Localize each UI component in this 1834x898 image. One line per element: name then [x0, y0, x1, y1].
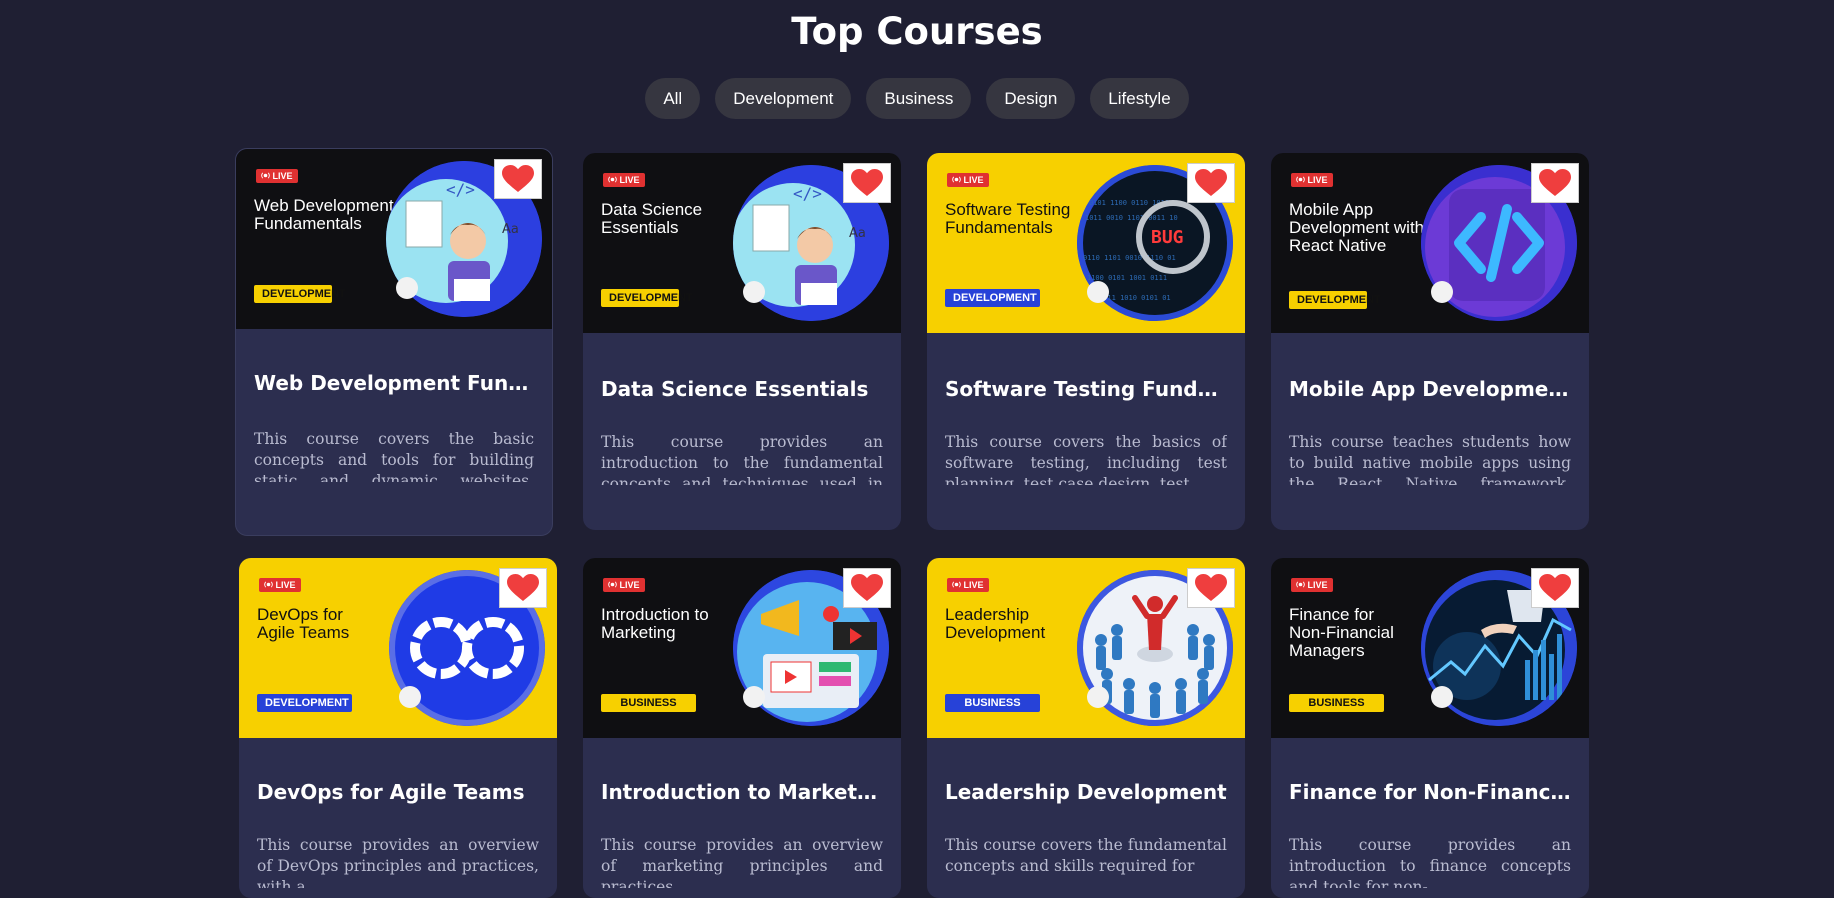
banner-title: DevOps for Agile Teams: [257, 605, 350, 642]
heart-icon: [507, 574, 539, 602]
course-card[interactable]: LIVE Data Science Essentials DEVELOPMENT…: [583, 153, 901, 530]
course-banner: LIVE DevOps for Agile Teams DEVELOPMENT: [239, 558, 557, 738]
category-badge: BUSINESS: [601, 694, 696, 712]
course-card[interactable]: LIVE Software Testing Fundamentals DEVEL…: [927, 153, 1245, 530]
category-badge: DEVELOPMENT: [601, 289, 693, 307]
banner-title: Mobile App Development with React Native: [1289, 200, 1425, 255]
live-badge: LIVE: [947, 578, 989, 592]
course-banner: LIVE Mobile App Development with React N…: [1271, 153, 1589, 333]
heart-icon: [502, 165, 534, 193]
course-card[interactable]: LIVE Finance for Non-Financial Managers …: [1271, 558, 1589, 898]
filter-development[interactable]: Development: [715, 78, 852, 119]
course-card[interactable]: LIVE DevOps for Agile Teams DEVELOPMENT …: [239, 558, 557, 898]
category-badge: DEVELOPMENT: [945, 289, 1040, 307]
favorite-button[interactable]: [1187, 163, 1235, 203]
category-badge: DEVELOPMENT: [254, 285, 346, 303]
banner-title: Finance for Non-Financial Managers: [1289, 605, 1394, 660]
course-description: This course provides an overview of mark…: [601, 836, 883, 888]
live-badge: LIVE: [1291, 578, 1333, 592]
course-banner: LIVE Finance for Non-Financial Managers …: [1271, 558, 1589, 738]
course-title: Mobile App Development w...: [1289, 377, 1571, 401]
course-description: This course provides an introduction to …: [601, 433, 883, 485]
svg-text:0110 1101 0010 1110 01: 0110 1101 0010 1110 01: [1083, 254, 1176, 262]
banner-title: Data Science Essentials: [601, 200, 703, 237]
indicator-dot: [743, 281, 765, 303]
course-card[interactable]: LIVE Leadership Development BUSINESS Lea…: [927, 558, 1245, 898]
course-card[interactable]: LIVE Introduction to Marketing BUSINESS: [583, 558, 901, 898]
svg-text:1011 0010 1101 0011 10: 1011 0010 1101 0011 10: [1085, 214, 1178, 222]
svg-text:</>: </>: [793, 184, 822, 203]
course-banner: LIVE Leadership Development BUSINESS: [927, 558, 1245, 738]
filter-lifestyle[interactable]: Lifestyle: [1090, 78, 1189, 119]
favorite-button[interactable]: [843, 163, 891, 203]
course-description: This course provides an introduction to …: [1289, 836, 1571, 888]
heart-icon: [1539, 169, 1571, 197]
indicator-dot: [396, 277, 418, 299]
banner-title: Web Development Fundamentals: [254, 196, 394, 233]
filter-design[interactable]: Design: [986, 78, 1076, 119]
course-description: This course covers the basic concepts an…: [254, 430, 534, 482]
course-card[interactable]: LIVE Mobile App Development with React N…: [1271, 153, 1589, 530]
indicator-dot: [743, 686, 765, 708]
course-title: Leadership Development: [945, 780, 1227, 804]
favorite-button[interactable]: [1187, 568, 1235, 608]
favorite-button[interactable]: [843, 568, 891, 608]
course-description: This course teaches students how to buil…: [1289, 433, 1571, 485]
live-badge: LIVE: [603, 173, 645, 187]
live-badge: LIVE: [256, 169, 298, 183]
course-description: This course provides an overview of DevO…: [257, 836, 539, 888]
heart-icon: [1539, 574, 1571, 602]
course-banner: LIVE Introduction to Marketing BUSINESS: [583, 558, 901, 738]
course-description: This course covers the fundamental conce…: [945, 836, 1227, 875]
indicator-dot: [1087, 281, 1109, 303]
course-banner: LIVE Web Development Fundamentals DEVELO…: [236, 149, 552, 329]
indicator-dot: [1087, 686, 1109, 708]
live-badge: LIVE: [259, 578, 301, 592]
heart-icon: [851, 169, 883, 197]
indicator-dot: [1431, 281, 1453, 303]
course-title: Introduction to Marketing: [601, 780, 883, 804]
course-banner: LIVE Software Testing Fundamentals DEVEL…: [927, 153, 1245, 333]
svg-text:BUG: BUG: [1151, 227, 1184, 248]
svg-text:Aa: Aa: [849, 226, 866, 241]
heart-icon: [1195, 574, 1227, 602]
category-badge: BUSINESS: [1289, 694, 1384, 712]
banner-title: Leadership Development: [945, 605, 1046, 642]
live-badge: LIVE: [947, 173, 989, 187]
course-title: DevOps for Agile Teams: [257, 780, 525, 804]
favorite-button[interactable]: [1531, 163, 1579, 203]
course-title: Web Development Fundam...: [254, 371, 534, 395]
course-title: Software Testing Fundamen...: [945, 377, 1227, 401]
course-description: This course covers the basics of softwar…: [945, 433, 1227, 485]
indicator-dot: [1431, 686, 1453, 708]
category-filters: All Development Business Design Lifestyl…: [0, 78, 1834, 119]
category-badge: DEVELOPMENT: [257, 694, 352, 712]
svg-text:0011 1010 0101 01: 0011 1010 0101 01: [1099, 294, 1171, 302]
svg-text:</>: </>: [446, 180, 475, 199]
category-badge: BUSINESS: [945, 694, 1040, 712]
page-title: Top Courses: [791, 10, 1043, 53]
filter-all[interactable]: All: [645, 78, 701, 119]
live-badge: LIVE: [603, 578, 645, 592]
course-title: Finance for Non-Financial ...: [1289, 780, 1571, 804]
favorite-button[interactable]: [1531, 568, 1579, 608]
heart-icon: [851, 574, 883, 602]
live-badge: LIVE: [1291, 173, 1333, 187]
favorite-button[interactable]: [494, 159, 542, 199]
course-title: Data Science Essentials: [601, 377, 869, 401]
banner-title: Software Testing Fundamentals: [945, 200, 1071, 237]
filter-business[interactable]: Business: [866, 78, 972, 119]
course-card[interactable]: LIVE Web Development Fundamentals DEVELO…: [235, 148, 553, 536]
favorite-button[interactable]: [499, 568, 547, 608]
heart-icon: [1195, 169, 1227, 197]
category-badge: DEVELOPMENT: [1289, 291, 1381, 309]
indicator-dot: [399, 686, 421, 708]
course-banner: LIVE Data Science Essentials DEVELOPMENT…: [583, 153, 901, 333]
svg-text:Aa: Aa: [502, 222, 519, 237]
banner-title: Introduction to Marketing: [601, 605, 709, 642]
